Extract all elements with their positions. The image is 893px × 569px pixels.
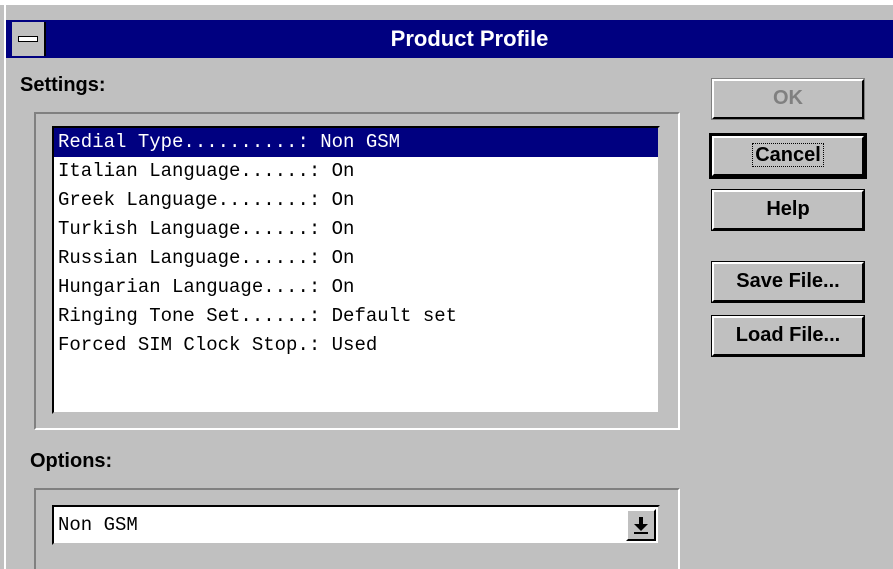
options-dropdown[interactable]: Non GSM: [52, 505, 660, 545]
dropdown-arrow-icon: [634, 517, 648, 534]
list-item[interactable]: Russian Language......: On: [54, 244, 658, 273]
cancel-button[interactable]: Cancel: [709, 133, 867, 179]
list-item[interactable]: Forced SIM Clock Stop.: Used: [54, 331, 658, 360]
help-button[interactable]: Help: [711, 189, 865, 231]
window-top-border: [0, 0, 893, 5]
list-item[interactable]: Greek Language........: On: [54, 186, 658, 215]
save-file-button[interactable]: Save File...: [711, 261, 865, 303]
options-label-text: Options:: [30, 450, 113, 472]
dropdown-arrow-button[interactable]: [626, 509, 656, 541]
dialog-window: Product Profile Settings: Redial Type...…: [0, 0, 893, 569]
list-item[interactable]: Turkish Language......: On: [54, 215, 658, 244]
settings-label: Settings:: [20, 74, 106, 97]
list-item[interactable]: Hungarian Language....: On: [54, 273, 658, 302]
list-item[interactable]: Ringing Tone Set......: Default set: [54, 302, 658, 331]
list-item[interactable]: Italian Language......: On: [54, 157, 658, 186]
cancel-button-label: Cancel: [752, 143, 824, 167]
settings-label-text: Settings:: [20, 74, 106, 96]
window-title: Product Profile: [390, 26, 549, 51]
list-item[interactable]: Redial Type..........: Non GSM: [54, 128, 658, 157]
load-file-button[interactable]: Load File...: [711, 315, 865, 357]
window-left-border: [4, 5, 6, 569]
options-dropdown-value: Non GSM: [58, 514, 138, 536]
system-menu-bar-icon: [18, 36, 38, 42]
options-label: Options:: [30, 450, 112, 473]
settings-listbox[interactable]: Redial Type..........: Non GSM Italian L…: [52, 126, 660, 414]
ok-button[interactable]: OK: [711, 78, 865, 120]
system-menu-icon[interactable]: [12, 22, 46, 56]
